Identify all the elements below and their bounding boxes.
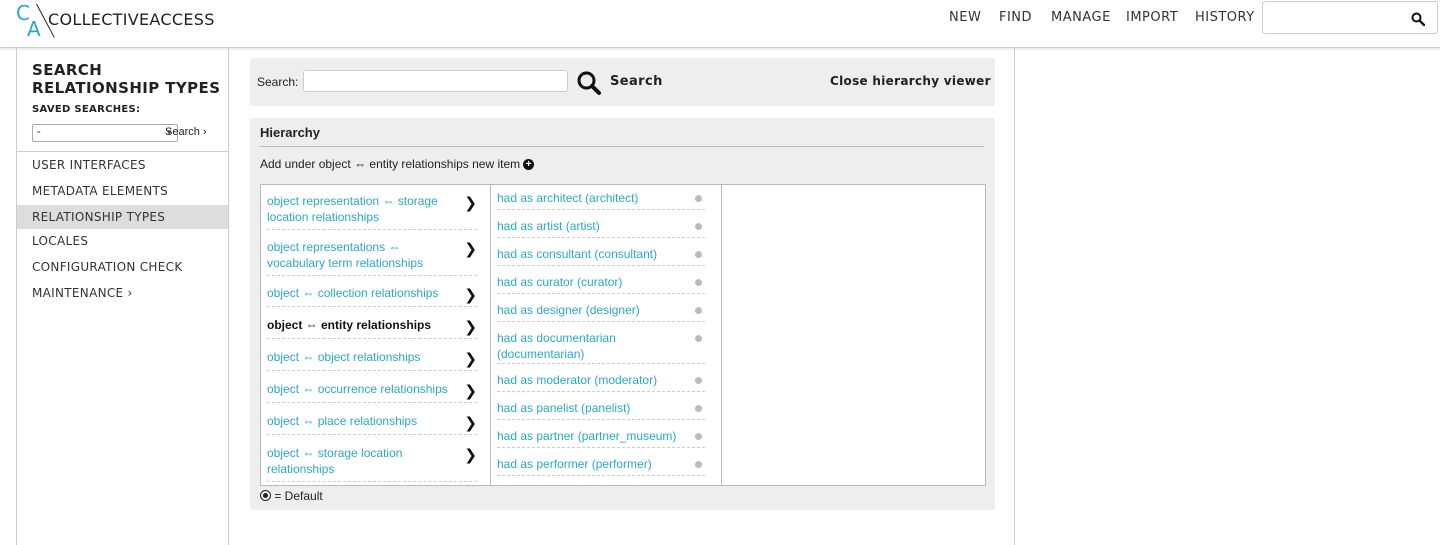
- relationship-type-label: had as curator (curator): [497, 275, 623, 289]
- sidebar-item-configuration-check[interactable]: CONFIGURATION CHECK: [17, 255, 228, 279]
- relationship-type-item[interactable]: had as documentarian (documentarian): [497, 330, 705, 364]
- hierarchy-divider: [260, 146, 984, 147]
- default-radio-icon[interactable]: [695, 307, 702, 314]
- relationship-type-label: had as artist (artist): [497, 219, 600, 233]
- top-bar: C A COLLECTIVEACCESS NEW FIND MANAGE IMP…: [0, 0, 1440, 48]
- hierarchy-item[interactable]: object ⇔ place relationships ❯: [267, 413, 477, 435]
- chevron-right-icon[interactable]: ❯: [464, 287, 477, 303]
- chevron-right-icon[interactable]: ❯: [464, 447, 477, 463]
- relationship-type-item[interactable]: had as panelist (panelist): [497, 400, 705, 420]
- sidebar-item-locales[interactable]: LOCALES: [17, 229, 228, 253]
- sidebar-item-relationship-types[interactable]: RELATIONSHIP TYPES: [17, 205, 228, 229]
- default-radio-icon[interactable]: [695, 195, 702, 202]
- add-item-label: Add under object ⇔ entity relationships …: [260, 157, 521, 171]
- default-radio-icon[interactable]: [695, 405, 702, 412]
- hierarchy-column-2: had as architect (architect) had as arti…: [491, 185, 722, 485]
- nav-manage[interactable]: MANAGE: [1051, 10, 1111, 25]
- sidebar-title: SEARCH RELATIONSHIP TYPES: [32, 61, 221, 97]
- hierarchy-item[interactable]: object ⇔ object relationships ❯: [267, 349, 477, 371]
- add-item-link[interactable]: Add under object ⇔ entity relationships …: [260, 157, 535, 171]
- search-icon[interactable]: [1411, 12, 1425, 26]
- hierarchy-title: Hierarchy: [260, 125, 320, 140]
- nav-find[interactable]: FIND: [999, 10, 1032, 25]
- search-label: Search:: [257, 75, 299, 89]
- hierarchy-item-label: object representations ⇔ vocabulary term…: [267, 240, 424, 270]
- quick-search-input[interactable]: [1269, 8, 1409, 28]
- sidebar-item-user-interfaces[interactable]: USER INTERFACES: [17, 153, 228, 177]
- hierarchy-search-input[interactable]: [303, 70, 568, 92]
- relationship-type-label: had as architect (architect): [497, 191, 639, 205]
- default-radio-icon[interactable]: [695, 433, 702, 440]
- hierarchy-item[interactable]: object representations ⇔ vocabulary term…: [267, 239, 477, 276]
- nav-new[interactable]: NEW: [949, 10, 981, 25]
- chevron-right-icon[interactable]: ❯: [464, 415, 477, 431]
- hierarchy-item-label: object representation ⇔ storage location…: [267, 194, 438, 224]
- hierarchy-item[interactable]: object ⇔ storage location relationships …: [267, 445, 477, 482]
- chevron-right-icon[interactable]: ❯: [464, 319, 477, 335]
- default-legend: = Default: [260, 489, 323, 503]
- hierarchy-search-box: Search: Search Close hierarchy viewer: [250, 58, 995, 106]
- radio-selected-icon: [260, 490, 271, 501]
- default-radio-icon[interactable]: [695, 377, 702, 384]
- search-button[interactable]: Search: [610, 74, 663, 89]
- relationship-type-label: had as documentarian (documentarian): [497, 331, 616, 361]
- collectiveaccess-logo[interactable]: C A COLLECTIVEACCESS: [14, 1, 215, 42]
- relationship-type-item[interactable]: had as consultant (consultant): [497, 246, 705, 266]
- relationship-type-label: had as moderator (moderator): [497, 373, 658, 387]
- default-radio-icon[interactable]: [695, 223, 702, 230]
- relationship-type-item[interactable]: had as curator (curator): [497, 274, 705, 294]
- default-legend-label: = Default: [274, 489, 323, 503]
- relationship-type-label: had as performer (performer): [497, 457, 652, 471]
- logo-letter-a: A: [27, 17, 41, 41]
- hierarchy-column-1: object representation ⇔ storage location…: [261, 185, 491, 485]
- hierarchy-item-label: object ⇔ object relationships: [267, 350, 421, 364]
- hierarchy-item[interactable]: object representation ⇔ storage location…: [267, 193, 477, 230]
- default-radio-icon[interactable]: [695, 279, 702, 286]
- close-hierarchy-viewer-button[interactable]: Close hierarchy viewer: [830, 74, 991, 88]
- left-sidebar: SEARCH RELATIONSHIP TYPES SAVED SEARCHES…: [16, 48, 229, 545]
- hierarchy-item-label: object ⇔ place relationships: [267, 414, 418, 428]
- logo-mark: C A: [14, 1, 55, 42]
- hierarchy-item[interactable]: object ⇔ collection relationships ❯: [267, 285, 477, 307]
- saved-searches-select[interactable]: - ▼: [32, 124, 178, 142]
- default-radio-icon[interactable]: [695, 251, 702, 258]
- chevron-right-icon[interactable]: ❯: [464, 383, 477, 399]
- saved-searches-value: -: [37, 126, 41, 138]
- hierarchy-item-label: object ⇔ storage location relationships: [267, 446, 403, 476]
- relationship-type-label: had as partner (partner_museum): [497, 429, 677, 443]
- nav-import[interactable]: IMPORT: [1126, 10, 1178, 25]
- default-radio-icon[interactable]: [695, 461, 702, 468]
- app-name: COLLECTIVEACCESS: [48, 10, 215, 29]
- content-right-border: [1014, 48, 1015, 545]
- relationship-type-item[interactable]: had as artist (artist): [497, 218, 705, 238]
- hierarchy-browser: object representation ⇔ storage location…: [260, 184, 986, 486]
- chevron-right-icon[interactable]: ❯: [464, 241, 477, 257]
- magnifier-icon[interactable]: [576, 70, 602, 96]
- relationship-type-label: had as designer (designer): [497, 303, 640, 317]
- nav-history[interactable]: HISTORY: [1195, 10, 1255, 25]
- hierarchy-item-label: object ⇔ occurrence relationships: [267, 382, 448, 396]
- chevron-right-icon[interactable]: ❯: [464, 195, 477, 211]
- sidebar-divider: [17, 151, 228, 152]
- quick-search: [1262, 1, 1438, 34]
- hierarchy-item-selected[interactable]: object ⇔ entity relationships ❯: [267, 317, 477, 339]
- sidebar-item-metadata-elements[interactable]: METADATA ELEMENTS: [17, 179, 228, 203]
- relationship-type-item[interactable]: had as architect (architect): [497, 190, 705, 210]
- default-radio-icon[interactable]: [695, 335, 702, 342]
- hierarchy-panel: Hierarchy Add under object ⇔ entity rela…: [250, 118, 995, 510]
- relationship-type-item[interactable]: had as designer (designer): [497, 302, 705, 322]
- hierarchy-item[interactable]: object ⇔ occurrence relationships ❯: [267, 381, 477, 403]
- saved-search-button[interactable]: Search ›: [165, 126, 207, 138]
- relationship-type-label: had as consultant (consultant): [497, 247, 658, 261]
- add-plus-icon[interactable]: +: [523, 159, 535, 170]
- saved-searches-label: SAVED SEARCHES:: [32, 104, 141, 115]
- chevron-right-icon[interactable]: ❯: [464, 351, 477, 367]
- hierarchy-item-label: object ⇔ collection relationships: [267, 286, 439, 300]
- sidebar-item-maintenance[interactable]: MAINTENANCE ›: [17, 281, 228, 305]
- relationship-type-item[interactable]: had as partner (partner_museum): [497, 428, 705, 448]
- hierarchy-item-label: object ⇔ entity relationships: [267, 318, 432, 332]
- relationship-type-label: had as panelist (panelist): [497, 401, 631, 415]
- relationship-type-item[interactable]: had as moderator (moderator): [497, 372, 705, 392]
- relationship-type-item[interactable]: had as performer (performer): [497, 456, 705, 476]
